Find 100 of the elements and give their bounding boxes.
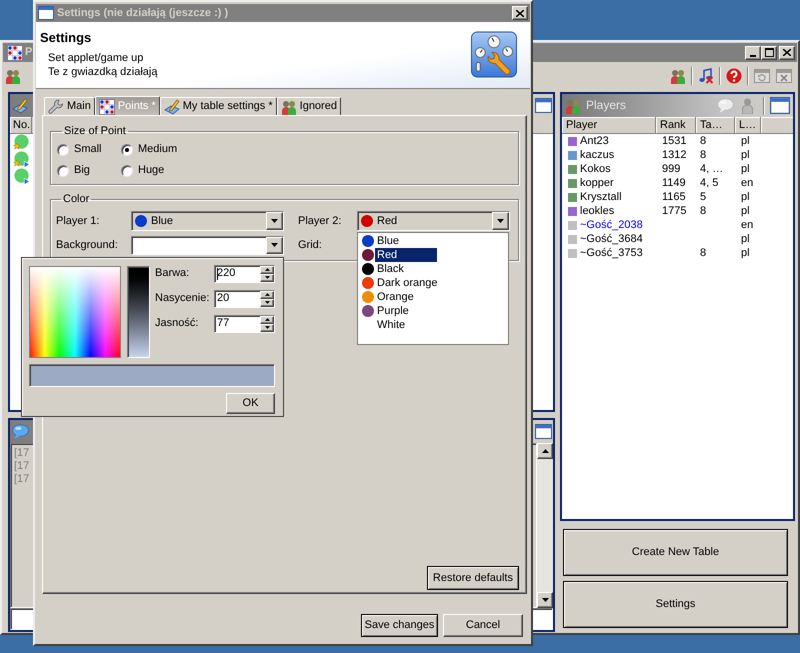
- color-combo[interactable]: Red: [357, 211, 510, 231]
- ok-button[interactable]: OK: [226, 392, 275, 414]
- column-header[interactable]: L…: [735, 117, 761, 133]
- player-name[interactable]: leokles: [580, 204, 614, 218]
- users-icon: [280, 98, 297, 114]
- table-cell: pl: [741, 162, 750, 174]
- table-cell: 1165: [662, 190, 686, 202]
- column-header[interactable]: Player: [562, 117, 656, 133]
- panel-title: Players: [586, 98, 626, 113]
- radio-button[interactable]: [121, 164, 133, 176]
- chat-line: [17: [14, 447, 30, 460]
- restore-defaults-button[interactable]: Restore defaults: [426, 566, 519, 590]
- dropdown-option[interactable]: Dark orange: [375, 276, 440, 290]
- side-button[interactable]: Settings: [563, 581, 788, 628]
- table-cell: pl: [741, 148, 750, 160]
- player-name[interactable]: ~Gość_3753: [580, 246, 643, 260]
- dropdown-button[interactable]: [492, 212, 509, 230]
- table-pencil-icon: [164, 98, 180, 114]
- table-cell: 8: [700, 204, 706, 216]
- caret-up-icon: [542, 449, 548, 453]
- window-title: P: [25, 46, 32, 59]
- field-label: Background:: [56, 238, 118, 250]
- caret-down-icon: [264, 326, 270, 329]
- spin-box[interactable]: 77: [214, 314, 275, 332]
- column-header[interactable]: Ta…: [696, 117, 735, 133]
- brightness-bar[interactable]: [127, 266, 150, 358]
- table-cell: pl: [741, 190, 750, 202]
- table-pencil-icon: [12, 98, 28, 114]
- side-button[interactable]: Create New Table: [563, 529, 788, 576]
- users-icon[interactable]: [5, 68, 21, 84]
- table-cell: 8: [700, 148, 706, 160]
- column-header[interactable]: Rank: [656, 117, 696, 133]
- table-cell: 5: [700, 190, 706, 202]
- column-header[interactable]: No.: [10, 117, 32, 133]
- window-icon[interactable]: [535, 98, 552, 113]
- settings-tools-icon: [470, 31, 518, 78]
- table-cell: pl: [741, 232, 750, 244]
- maximize-button[interactable]: [761, 46, 777, 60]
- dropdown-option[interactable]: Purple: [375, 304, 411, 318]
- player-name[interactable]: Krysztall: [580, 190, 622, 204]
- close-button[interactable]: [779, 46, 795, 60]
- spin-up-button[interactable]: [260, 316, 274, 324]
- caret-up-icon: [264, 293, 270, 296]
- minimize-button[interactable]: [745, 46, 761, 60]
- scroll-down-button[interactable]: [537, 592, 553, 608]
- maximize-icon: [764, 48, 774, 57]
- table-cell: 1312: [662, 148, 686, 160]
- table-cell: 4, 5: [700, 176, 718, 188]
- radio-button[interactable]: [57, 144, 69, 156]
- radio-label: Medium: [138, 143, 178, 156]
- radio-button[interactable]: [57, 164, 69, 176]
- player-name[interactable]: ~Gość_2038: [580, 218, 643, 232]
- tab[interactable]: Main: [44, 97, 95, 115]
- dropdown-button[interactable]: [266, 212, 283, 230]
- window-icon[interactable]: [770, 97, 790, 114]
- spin-up-button[interactable]: [260, 290, 274, 298]
- player-name[interactable]: Kokos: [580, 162, 611, 176]
- close-button[interactable]: [512, 6, 528, 20]
- spin-box[interactable]: 220: [214, 264, 275, 282]
- dropdown-option[interactable]: Orange: [375, 290, 416, 304]
- field-label: Barwa:: [155, 267, 190, 280]
- caret-up-icon: [264, 268, 270, 271]
- description-line: Te z gwiazdką działają: [48, 65, 158, 79]
- dialog-heading: Settings: [40, 30, 92, 46]
- dialog-button[interactable]: Save changes: [361, 614, 438, 637]
- group-title: Size of Point: [63, 125, 127, 138]
- window-icon[interactable]: [535, 424, 552, 439]
- player-name[interactable]: kaczus: [580, 148, 614, 162]
- help-icon[interactable]: [726, 68, 742, 84]
- table-cell: 8: [700, 134, 706, 146]
- player-name[interactable]: ~Gość_3684: [580, 232, 643, 246]
- caret-down-icon: [542, 598, 548, 602]
- users-icon[interactable]: [670, 68, 686, 84]
- chat-line: [17: [14, 473, 30, 486]
- color-combo[interactable]: Blue: [131, 211, 284, 231]
- dropdown-option[interactable]: Black: [375, 262, 406, 276]
- scroll-up-button[interactable]: [537, 443, 553, 459]
- music-note-icon[interactable]: [698, 68, 714, 84]
- tab[interactable]: Ignored: [276, 97, 341, 115]
- dropdown-option[interactable]: Blue: [375, 234, 402, 248]
- hue-saturation-field[interactable]: [29, 266, 121, 358]
- player-name[interactable]: kopper: [580, 176, 614, 190]
- caret-down-icon: [497, 219, 504, 223]
- dropdown-option[interactable]: White: [375, 318, 408, 332]
- table-cell: en: [741, 176, 754, 188]
- window-icon: [38, 6, 54, 20]
- spin-box[interactable]: 20: [214, 290, 275, 308]
- radio-label: Big: [74, 164, 90, 177]
- tab[interactable]: My table settings *: [160, 97, 277, 115]
- radio-button[interactable]: [121, 144, 133, 156]
- table-cell: 4, …: [700, 162, 724, 174]
- dropdown-button[interactable]: [266, 236, 283, 254]
- dialog-button[interactable]: Cancel: [443, 614, 523, 637]
- dropdown-option[interactable]: Red: [375, 248, 437, 262]
- caret-down-icon: [271, 219, 278, 223]
- dropdown-field[interactable]: [131, 236, 284, 254]
- player-name[interactable]: Ant23: [580, 134, 609, 148]
- close-icon: [783, 49, 791, 56]
- table-cell: 1149: [662, 176, 686, 188]
- spin-up-button[interactable]: [260, 266, 274, 274]
